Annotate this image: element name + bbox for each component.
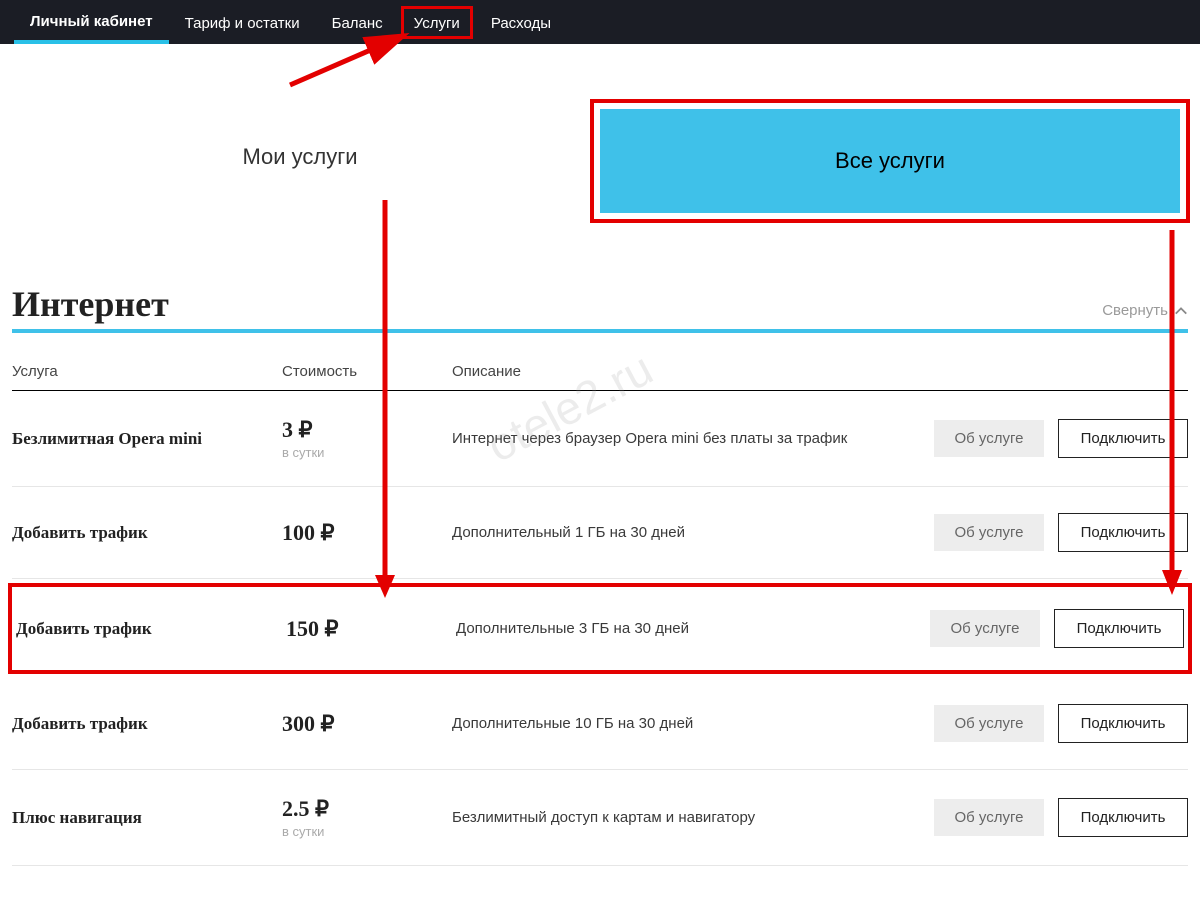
service-name: Добавить трафик (12, 714, 282, 734)
service-description: Дополнительные 3 ГБ на 30 дней (456, 620, 904, 637)
about-button[interactable]: Об услуге (930, 610, 1040, 647)
service-row: Безлимитная Opera mini3 ₽в суткиИнтернет… (12, 391, 1188, 487)
section-title: Интернет (12, 283, 169, 325)
about-button[interactable]: Об услуге (934, 799, 1044, 836)
collapse-toggle[interactable]: Свернуть (1102, 302, 1188, 325)
service-row: Добавить трафик300 ₽Дополнительные 10 ГБ… (12, 678, 1188, 770)
tab-my-services[interactable]: Мои услуги (10, 99, 590, 223)
service-name: Добавить трафик (16, 619, 286, 639)
service-name: Безлимитная Opera mini (12, 429, 282, 449)
service-description: Интернет через браузер Opera mini без пл… (452, 430, 908, 447)
service-price: 2.5 ₽в сутки (282, 796, 452, 839)
collapse-label: Свернуть (1102, 302, 1168, 319)
nav-item[interactable]: Личный кабинет (14, 1, 169, 44)
connect-button[interactable]: Подключить (1054, 609, 1184, 648)
service-description: Безлимитный доступ к картам и навигатору (452, 809, 908, 826)
service-price: 300 ₽ (282, 711, 452, 737)
annotation-box-all-services: Все услуги (590, 99, 1190, 223)
service-description: Дополнительные 10 ГБ на 30 дней (452, 715, 908, 732)
tab-all-services[interactable]: Все услуги (600, 109, 1180, 213)
service-row: Плюс навигация2.5 ₽в суткиБезлимитный до… (12, 770, 1188, 866)
price-period: в сутки (282, 824, 452, 839)
service-name: Добавить трафик (12, 523, 282, 543)
col-header-cost: Стоимость (282, 363, 452, 380)
service-price: 3 ₽в сутки (282, 417, 452, 460)
table-header: Услуга Стоимость Описание (12, 333, 1188, 391)
service-row: Добавить трафик100 ₽Дополнительный 1 ГБ … (12, 487, 1188, 579)
section-internet: Интернет Свернуть Услуга Стоимость Описа… (0, 283, 1200, 866)
about-button[interactable]: Об услуге (934, 420, 1044, 457)
top-nav: Личный кабинетТариф и остаткиБалансУслуг… (0, 0, 1200, 44)
about-button[interactable]: Об услуге (934, 514, 1044, 551)
services-tabs: Мои услуги Все услуги (10, 99, 1190, 223)
service-price: 100 ₽ (282, 520, 452, 546)
price-period: в сутки (282, 445, 452, 460)
col-header-service: Услуга (12, 363, 282, 380)
connect-button[interactable]: Подключить (1058, 419, 1188, 458)
nav-item[interactable]: Баланс (316, 3, 399, 42)
service-description: Дополнительный 1 ГБ на 30 дней (452, 524, 908, 541)
nav-item[interactable]: Расходы (475, 3, 567, 42)
nav-item[interactable]: Услуги (399, 4, 475, 41)
annotation-box-nav: Услуги (401, 6, 473, 39)
service-name: Плюс навигация (12, 808, 282, 828)
col-header-desc: Описание (452, 363, 908, 380)
connect-button[interactable]: Подключить (1058, 513, 1188, 552)
connect-button[interactable]: Подключить (1058, 798, 1188, 837)
connect-button[interactable]: Подключить (1058, 704, 1188, 743)
service-price: 150 ₽ (286, 616, 456, 642)
service-row: Добавить трафик150 ₽Дополнительные 3 ГБ … (8, 583, 1192, 674)
about-button[interactable]: Об услуге (934, 705, 1044, 742)
chevron-up-icon (1174, 304, 1188, 318)
nav-item[interactable]: Тариф и остатки (169, 3, 316, 42)
